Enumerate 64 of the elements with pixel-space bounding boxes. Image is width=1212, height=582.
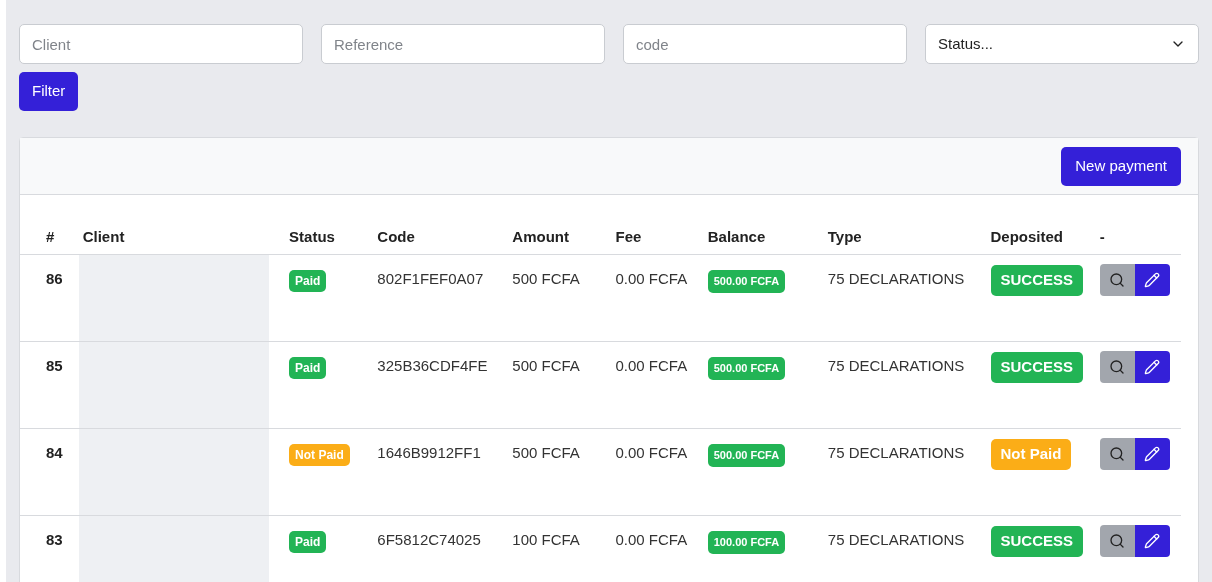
search-button[interactable] [1099, 438, 1135, 470]
row-number: 86 [46, 270, 63, 287]
deposit-badge: SUCCESS [990, 265, 1084, 296]
pencil-icon [1144, 272, 1161, 288]
deposit-badge: SUCCESS [990, 526, 1084, 557]
row-number: 83 [46, 531, 63, 548]
search-button[interactable] [1099, 525, 1135, 557]
new-payment-button[interactable]: New payment [1061, 146, 1181, 186]
table-cell: 0.00 FCFA [615, 270, 688, 287]
table-cell: 500 FCFA [512, 357, 580, 374]
pencil-icon [1144, 359, 1161, 375]
filter-button[interactable]: Filter [19, 72, 79, 111]
status-badge: Not Paid [289, 444, 350, 466]
table-cell: 325B36CDF4FE [377, 357, 488, 374]
deposit-badge: SUCCESS [990, 352, 1084, 383]
table-cell: 75 DECLARATIONS [827, 270, 965, 287]
table-cell: 0.00 FCFA [615, 357, 688, 374]
status-dropdown[interactable]: Status... [925, 24, 1199, 64]
balance-badge: 500.00 FCFA [707, 270, 786, 293]
search-icon [1109, 272, 1126, 288]
column-header: # [46, 228, 55, 246]
table-cell: 75 DECLARATIONS [827, 531, 965, 548]
table-cell: 500 FCFA [512, 444, 580, 461]
search-icon [1109, 533, 1126, 549]
edit-button[interactable] [1134, 264, 1170, 296]
table-cell: 0.00 FCFA [615, 444, 688, 461]
column-header: Amount [512, 228, 569, 246]
pencil-icon [1144, 446, 1161, 462]
row-number: 84 [46, 444, 63, 461]
table-cell: 500 FCFA [512, 270, 580, 287]
pencil-icon [1144, 533, 1161, 549]
table-cell: 0.00 FCFA [615, 531, 688, 548]
search-icon [1109, 359, 1126, 375]
balance-badge: 100.00 FCFA [707, 531, 786, 554]
table-cell: 802F1FEF0A07 [377, 270, 484, 287]
row-number: 85 [46, 357, 63, 374]
search-button[interactable] [1099, 351, 1135, 383]
balance-badge: 500.00 FCFA [707, 444, 786, 467]
text-field[interactable]: Reference [321, 24, 605, 64]
table-cell: 100 FCFA [512, 531, 580, 548]
column-header: - [1099, 228, 1105, 246]
status-badge: Paid [289, 357, 327, 379]
column-header: Code [377, 228, 415, 246]
status-badge: Paid [289, 270, 327, 292]
column-header: Fee [615, 228, 642, 246]
table-cell: 75 DECLARATIONS [827, 357, 965, 374]
search-icon [1109, 446, 1126, 462]
status-badge: Paid [289, 531, 327, 553]
edit-button[interactable] [1134, 438, 1170, 470]
edit-button[interactable] [1134, 525, 1170, 557]
balance-badge: 500.00 FCFA [707, 357, 786, 380]
column-header: Status [289, 228, 335, 246]
column-header: Type [827, 228, 862, 246]
search-button[interactable] [1099, 264, 1135, 296]
column-header: Client [82, 228, 125, 246]
table-cell: 1646B9912FF1 [377, 444, 481, 461]
column-header: Balance [707, 228, 766, 246]
table-cell: 75 DECLARATIONS [827, 444, 965, 461]
text-field[interactable]: code [623, 24, 907, 64]
deposit-badge: Not Paid [990, 439, 1072, 470]
table-cell: 6F5812C74025 [377, 531, 481, 548]
edit-button[interactable] [1134, 351, 1170, 383]
text-field[interactable]: Client [19, 24, 303, 64]
column-header: Deposited [990, 228, 1063, 246]
